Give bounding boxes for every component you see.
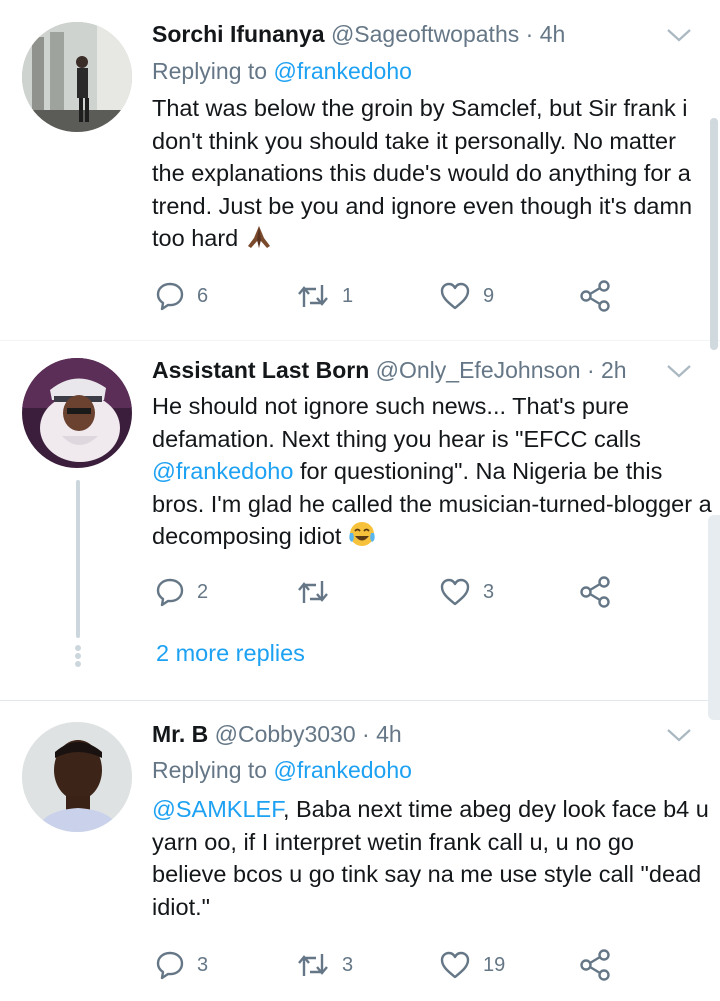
tweet-text-content: That was below the groin by Samclef, but… [152, 95, 693, 252]
praying-hands-emoji [245, 224, 273, 259]
mention-link[interactable]: @frankedoho [273, 58, 411, 84]
tweet-mr-b[interactable]: Mr. B @Cobby3030 · 4h Replying to @frank… [0, 701, 720, 1001]
reply-icon [156, 282, 184, 311]
retweet-icon [298, 285, 328, 307]
tweet-text-part1: He should not ignore such news... That's… [152, 393, 642, 452]
tweet-text: @SAMKLEF, Baba next time abeg dey look f… [152, 793, 712, 923]
display-name[interactable]: Assistant Last Born [152, 357, 369, 383]
timestamp[interactable]: · 4h [526, 21, 566, 47]
replying-to: Replying to @frankedoho [152, 756, 412, 784]
replying-to: Replying to @frankedoho [152, 57, 412, 85]
avatar[interactable] [22, 722, 132, 832]
mention-link[interactable]: @frankedoho [273, 757, 411, 783]
display-name[interactable]: Sorchi Ifunanya [152, 21, 325, 47]
reply-button[interactable]: 6 [155, 279, 208, 313]
timestamp[interactable]: · 2h [587, 357, 627, 383]
replying-to-label: Replying to [152, 58, 268, 84]
share-icon [580, 576, 610, 608]
tweet-header: Mr. B @Cobby3030 · 4h [152, 720, 402, 748]
like-count: 19 [483, 953, 506, 976]
mention-link[interactable]: @SAMKLEF [152, 796, 283, 822]
chevron-down-icon[interactable] [666, 727, 692, 743]
like-icon [440, 951, 470, 979]
avatar[interactable] [22, 358, 132, 468]
reply-button[interactable]: 3 [155, 948, 208, 982]
retweet-button[interactable] [296, 575, 342, 609]
retweet-icon [298, 954, 328, 976]
share-button[interactable] [579, 575, 611, 609]
share-icon [580, 949, 610, 981]
display-name[interactable]: Mr. B [152, 721, 208, 747]
reply-count: 6 [197, 284, 209, 307]
like-count: 9 [483, 284, 495, 307]
more-replies-link[interactable]: 2 more replies [156, 640, 305, 667]
retweet-icon [298, 581, 328, 603]
thread-line [76, 480, 80, 638]
retweet-button[interactable]: 3 [296, 948, 353, 982]
retweet-count: 1 [342, 284, 354, 307]
like-button[interactable]: 9 [439, 279, 494, 313]
chevron-down-icon[interactable] [666, 363, 692, 379]
reply-count: 3 [197, 953, 209, 976]
scrollbar[interactable] [710, 118, 718, 350]
reply-icon [156, 951, 184, 980]
share-button[interactable] [579, 279, 611, 313]
replying-to-label: Replying to [152, 757, 268, 783]
like-button[interactable]: 19 [439, 948, 505, 982]
share-button[interactable] [579, 948, 611, 982]
reply-icon [156, 578, 184, 607]
share-icon [580, 280, 610, 312]
mention-link[interactable]: @frankedoho [152, 458, 293, 484]
scroll-handle[interactable] [708, 515, 720, 720]
tweet-header: Assistant Last Born @Only_EfeJohnson · 2… [152, 356, 627, 384]
tweet-header: Sorchi Ifunanya @Sageoftwopaths · 4h [152, 20, 565, 48]
retweet-button[interactable]: 1 [296, 279, 353, 313]
reply-count: 2 [197, 580, 209, 603]
chevron-down-icon[interactable] [666, 27, 692, 43]
like-icon [440, 578, 470, 606]
user-handle[interactable]: @Cobby3030 [215, 721, 356, 747]
retweet-count: 3 [342, 953, 354, 976]
tweet-sorchi[interactable]: Sorchi Ifunanya @Sageoftwopaths · 4h Rep… [0, 0, 720, 340]
user-handle[interactable]: @Only_EfeJohnson [376, 357, 581, 383]
tweet-text: He should not ignore such news... That's… [152, 390, 712, 557]
like-count: 3 [483, 580, 495, 603]
like-button[interactable]: 3 [439, 575, 494, 609]
avatar[interactable] [22, 22, 132, 132]
tweet-text: That was below the groin by Samclef, but… [152, 92, 712, 259]
timestamp[interactable]: · 4h [362, 721, 402, 747]
user-handle[interactable]: @Sageoftwopaths [331, 21, 519, 47]
like-icon [440, 282, 470, 310]
reply-button[interactable]: 2 [155, 575, 208, 609]
tears-of-joy-emoji [348, 520, 376, 557]
tweet-assistant-last-born[interactable]: Assistant Last Born @Only_EfeJohnson · 2… [0, 340, 720, 700]
